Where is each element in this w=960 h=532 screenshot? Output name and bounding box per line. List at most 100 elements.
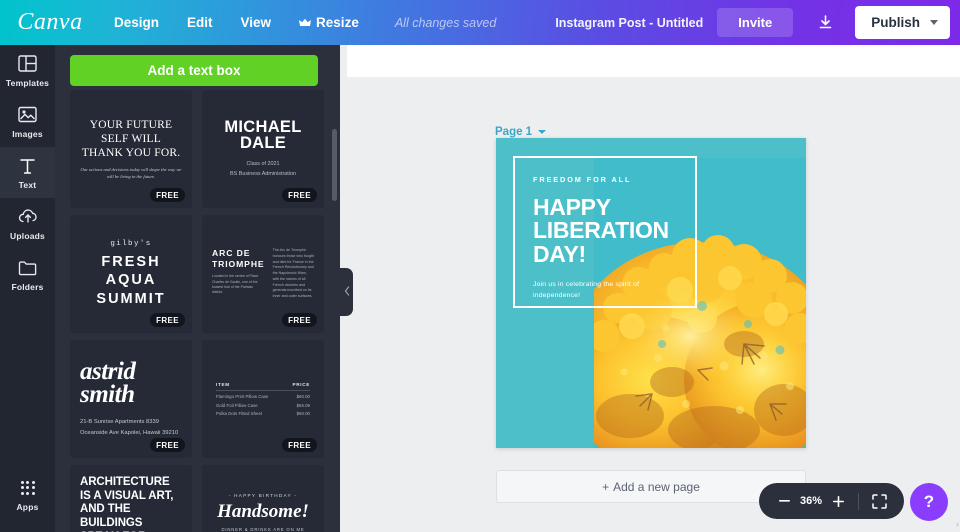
sidebar-label-text: Text [18,179,37,190]
header-nav: Design Edit View Resize [100,9,373,36]
nav-design[interactable]: Design [100,9,173,36]
nav-edit-label: Edit [187,15,213,30]
template-sub-1: DINNER & DRINKS ARE ON ME TONIGHT! [221,527,305,532]
table-row: Polka Dots Fitted Sheet $60.00 [216,411,310,416]
price-table: ITEM PRICE Flamingo Print Pillow Case $6… [212,381,314,416]
nav-edit[interactable]: Edit [173,9,227,36]
zoom-out-button[interactable] [773,490,795,512]
collapse-panel-button[interactable] [340,268,353,316]
template-kicker: - HAPPY BIRTHDAY - [228,493,298,499]
template-subtitle: Located in the centre of Place Charles d… [212,274,259,295]
crown-icon [299,18,312,27]
template-title: FRESH AQUA SUMMIT [96,253,166,307]
template-title: Handsome! [217,501,309,523]
sidebar-label-apps: Apps [16,501,39,512]
add-page-label: Add a new page [613,479,700,494]
canvas-text-frame[interactable]: FREEDOM FOR ALL HAPPY LIBERATION DAY! Jo… [513,156,697,308]
template-card-architecture-quote[interactable]: ARCHITECTURE IS A VISUAL ART, AND THE BU… [70,465,192,532]
canva-editor: Canva Design Edit View Resize All change… [0,0,960,532]
template-card-happy-birthday[interactable]: - HAPPY BIRTHDAY - Handsome! DINNER & DR… [202,465,324,532]
template-name-line2: smith [80,381,135,409]
cell-item: Flamingo Print Pillow Case [216,394,269,400]
template-card-arc-de-triomphe[interactable]: ARC DE TRIOMPHE Located in the centre of… [202,215,324,333]
template-body: The Arc de Triomphe honours those who fo… [272,248,314,299]
download-icon[interactable] [807,7,843,39]
zoom-level: 36% [799,495,823,507]
nav-resize-label: Resize [316,15,359,30]
toolbar-strip [347,45,960,77]
sidebar-item-folders[interactable]: Folders [0,249,55,300]
cell-price: $60.00 [296,394,310,400]
chevron-down-icon [930,20,938,25]
nav-resize[interactable]: Resize [285,9,373,36]
sidebar-label-folders: Folders [11,281,44,292]
canvas-title: HAPPY LIBERATION DAY! [533,194,669,267]
page-label-text: Page 1 [495,126,533,138]
sidebar-item-apps[interactable]: Apps [0,469,55,520]
template-grid: YOUR FUTURE SELF WILL THANK YOU FOR. Our… [70,90,332,532]
cell-item: Polka Dots Fitted Sheet [216,411,263,417]
price-col-item: ITEM [216,381,230,387]
template-name-line1: astrid [80,358,136,386]
sidebar-item-uploads[interactable]: Uploads [0,198,55,249]
template-kicker: gilby's [110,239,152,248]
header-actions: Instagram Post - Untitled Invite Publish [555,6,960,39]
template-address: 21-B Sunrise Apartments 8339 Oceanside A… [80,419,179,436]
free-badge: FREE [282,313,317,327]
uploads-icon [18,207,38,227]
canva-logo[interactable]: Canva [0,0,100,45]
add-text-box-button[interactable]: Add a text box [70,55,318,86]
sidebar-item-images[interactable]: Images [0,96,55,147]
zoom-in-button[interactable] [827,490,849,512]
free-badge: FREE [150,188,185,202]
sidebar-label-uploads: Uploads [10,230,45,241]
chevron-right-icon[interactable]: › [956,519,959,529]
plus-icon: + [602,479,610,494]
free-badge: FREE [150,313,185,327]
free-badge: FREE [150,438,185,452]
sidebar-label-templates: Templates [5,77,50,88]
canvas-body: Join us in celebrating the spirit of ind… [533,281,640,300]
fullscreen-icon[interactable] [868,490,890,512]
cell-price: $65.09 [296,402,310,408]
template-card-astrid-smith[interactable]: astrid smith 21-B Sunrise Apartments 833… [70,340,192,458]
panel-scrollbar[interactable] [332,129,337,201]
sidebar-item-text[interactable]: Text [0,147,55,198]
template-title: ARC DE TRIOMPHE [212,248,265,269]
nav-design-label: Design [114,15,160,30]
apps-grid-icon [20,478,35,498]
free-badge: FREE [282,438,317,452]
cell-price: $60.00 [296,411,310,417]
template-quote: ARCHITECTURE IS A VISUAL ART, AND THE BU… [80,476,174,532]
workspace: Page 1 FREEDOM FOR ALL HAPPY LIBERATION … [340,45,960,532]
template-meta-2: BS Business Administration [230,171,296,178]
template-card-michael-dale[interactable]: MICHAEL DALE Class of 2021 BS Business A… [202,90,324,208]
text-templates-panel: Add a text box YOUR FUTURE SELF WILL THA… [55,45,340,532]
help-button[interactable]: ? [910,483,948,521]
chevron-left-icon [344,283,350,301]
text-icon [18,156,37,176]
template-card-price-list[interactable]: ITEM PRICE Flamingo Print Pillow Case $6… [202,340,324,458]
divider [858,492,859,510]
nav-view-label: View [240,15,272,30]
sidebar-label-images: Images [12,128,43,139]
template-meta-1: Class of 2021 [246,160,280,167]
folders-icon [18,258,37,278]
templates-icon [18,54,37,74]
invite-button[interactable]: Invite [717,8,794,37]
chevron-down-icon [538,130,547,134]
table-row: Flamingo Print Pillow Case $60.00 [216,394,310,399]
price-col-price: PRICE [292,381,310,387]
template-card-future-self[interactable]: YOUR FUTURE SELF WILL THANK YOU FOR. Our… [70,90,192,208]
template-subtext: Our actions and decisions today will sha… [80,166,182,179]
publish-button[interactable]: Publish [855,6,950,39]
page-selector[interactable]: Page 1 [495,126,547,138]
nav-view[interactable]: View [227,9,286,36]
template-card-fresh-aqua-summit[interactable]: gilby's FRESH AQUA SUMMIT FREE [70,215,192,333]
document-title[interactable]: Instagram Post - Untitled [555,16,703,30]
design-canvas[interactable]: FREEDOM FOR ALL HAPPY LIBERATION DAY! Jo… [496,138,806,448]
left-sidebar: Templates Images Text Uploads Folders Ap… [0,45,55,532]
free-badge: FREE [282,188,317,202]
sidebar-item-templates[interactable]: Templates [0,45,55,96]
images-icon [18,105,37,125]
